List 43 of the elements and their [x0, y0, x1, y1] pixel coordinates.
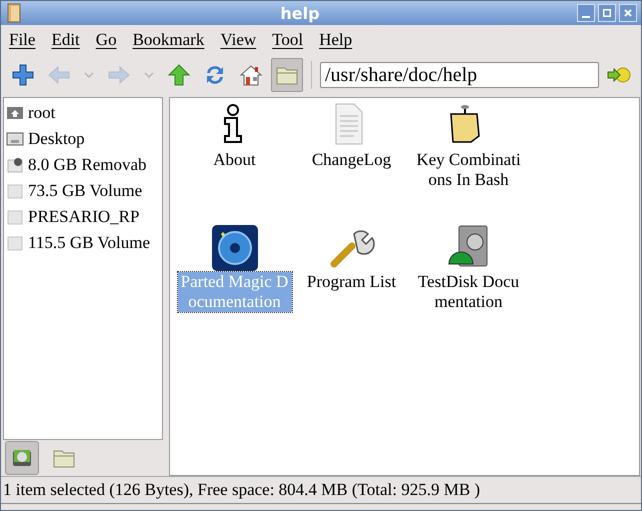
up-arrow-icon	[167, 63, 191, 87]
menu-item[interactable]: Bookmark	[132, 30, 204, 50]
sidebar-item[interactable]: 8.0 GB Removab	[4, 152, 162, 178]
folder-icon	[5, 2, 23, 24]
menu-item[interactable]: File	[9, 30, 36, 50]
close-button[interactable]	[619, 4, 637, 22]
minimize-button[interactable]	[577, 4, 595, 22]
sidebar-item[interactable]: PRESARIO_RP	[4, 204, 162, 230]
file-label[interactable]: TestDisk Documentation	[412, 272, 526, 312]
menu-item[interactable]: View	[220, 30, 256, 50]
menu-item[interactable]: Tool	[272, 30, 304, 50]
home-folder-icon	[6, 104, 24, 122]
menu-item[interactable]: Edit	[51, 30, 80, 50]
status-text: 1 item selected (126 Bytes), Free space: 804.4 MB (Total: 925.9 MB )	[3, 480, 480, 500]
drive-icon	[6, 208, 24, 226]
sidebar-item[interactable]: Desktop	[4, 126, 162, 152]
forward-arrow-icon	[107, 63, 131, 87]
maximize-icon	[603, 9, 611, 17]
caret-icon	[83, 70, 95, 80]
minimize-icon	[582, 16, 590, 18]
side-tab[interactable]	[5, 441, 39, 475]
plus-icon	[11, 63, 35, 87]
menu-item[interactable]: Help	[319, 30, 352, 50]
file-label[interactable]: About	[212, 150, 257, 170]
drive-icon	[6, 156, 24, 174]
drive-icon	[6, 182, 24, 200]
back-arrow-icon	[47, 63, 71, 87]
window-title: help	[279, 4, 321, 22]
sidebar-item[interactable]: root	[4, 100, 162, 126]
maximize-button[interactable]	[598, 4, 616, 22]
home-icon	[239, 63, 263, 87]
caret-icon	[143, 70, 155, 80]
close-icon	[624, 9, 632, 17]
folder-button[interactable]	[271, 58, 303, 92]
file-label[interactable]: ChangeLog	[310, 150, 392, 170]
sidebar-item[interactable]: 73.5 GB Volume	[4, 178, 162, 204]
sidebar-item[interactable]: 115.5 GB Volume	[4, 230, 162, 256]
path-field[interactable]: /usr/share/doc/help	[320, 62, 599, 88]
menu-item[interactable]: Go	[96, 30, 117, 50]
drive-icon	[6, 234, 24, 252]
desktop-icon	[6, 130, 24, 148]
file-label[interactable]: Program List	[306, 272, 398, 292]
file-label[interactable]: Key Combinations In Bash	[412, 150, 526, 190]
